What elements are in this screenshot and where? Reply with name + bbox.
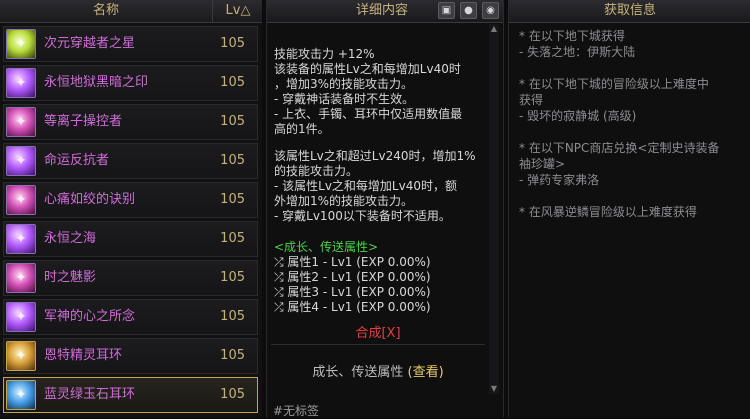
item-row[interactable]: ✦ 永恒之海 105 (3, 221, 258, 257)
item-level: 105 (220, 192, 245, 207)
sparkle-icon: ✦ (15, 231, 27, 247)
item-icon: ✦ (6, 341, 36, 371)
sparkle-icon: ✦ (15, 270, 27, 286)
item-row[interactable]: ✦ 等离子操控者 105 (3, 104, 258, 140)
item-level: 105 (220, 36, 245, 51)
growth-line-text: 属性3 - Lv1 (EXP 0.00%) (287, 285, 431, 299)
item-level: 105 (220, 387, 245, 402)
divider (271, 344, 485, 345)
sparkle-icon: ✦ (15, 75, 27, 91)
column-header-name[interactable]: 名称 (0, 0, 212, 22)
sparkle-icon: ✦ (15, 153, 27, 169)
item-name: 永恒之海 (44, 231, 97, 246)
scroll-down-icon[interactable]: ▼ (489, 384, 499, 394)
synth-label: 合成[X] (355, 326, 401, 341)
item-icon: ✦ (6, 380, 36, 410)
item-name: 次元穿越者之星 (44, 36, 136, 51)
detail-header: 详细内容 ▣ ● ◉ (267, 0, 503, 23)
item-icon: ✦ (6, 185, 36, 215)
acquire-header: 获取信息 (509, 0, 750, 23)
tag-label: #无标签 (273, 404, 320, 418)
item-row[interactable]: ✦ 蓝灵绿玉石耳环 105 (3, 377, 258, 413)
effect-text-1: 技能攻击力 +12% 该装备的属性Lv之和每增加Lv40时 ，增加3%的技能攻击… (274, 47, 463, 136)
item-row[interactable]: ✦ 次元穿越者之星 105 (3, 26, 258, 62)
item-level: 105 (220, 114, 245, 129)
item-name: 军神的心之所念 (44, 309, 136, 324)
detail-scrollbar[interactable]: ▲ ▼ (489, 24, 499, 394)
growth-title: <成长、传送属性> (274, 240, 379, 254)
shuffle-icon: ⤮ (274, 285, 288, 299)
item-row[interactable]: ✦ 军神的心之所念 105 (3, 299, 258, 335)
item-icon: ✦ (6, 146, 36, 176)
acquire-panel: 获取信息 * 在以下地下城获得 - 失落之地：伊斯大陆 * 在以下地下城的冒险级… (508, 0, 750, 417)
sparkle-icon: ✦ (15, 114, 27, 130)
growth-line-text: 属性2 - Lv1 (EXP 0.00%) (287, 270, 431, 284)
effect-text-2: 该属性Lv之和超过Lv240时，增加1% 的技能攻击力。 - 该属性Lv之和每增… (274, 149, 476, 223)
pin-icon[interactable]: ● (460, 2, 477, 19)
detail-title: 详细内容 (355, 3, 408, 18)
item-icon: ✦ (6, 224, 36, 254)
item-icon: ✦ (6, 302, 36, 332)
acquire-title: 获取信息 (603, 3, 656, 18)
item-icon: ✦ (6, 263, 36, 293)
item-icon: ✦ (6, 107, 36, 137)
sparkle-icon: ✦ (15, 36, 27, 52)
transfer-row: 成长、传送属性 (查看) (267, 361, 489, 380)
item-name: 永恒地狱黑暗之印 (44, 75, 149, 90)
detail-panel: 详细内容 ▣ ● ◉ 技能攻击力 +12% 该装备的属性Lv之和每增加Lv40时… (266, 0, 504, 418)
item-icon: ✦ (6, 29, 36, 59)
item-row[interactable]: ✦ 心痛如绞的诀别 105 (3, 182, 258, 218)
item-name: 蓝灵绿玉石耳环 (44, 387, 136, 402)
item-level: 105 (220, 231, 245, 246)
item-row[interactable]: ✦ 命运反抗者 105 (3, 143, 258, 179)
item-name: 心痛如绞的诀别 (44, 192, 136, 207)
item-name: 命运反抗者 (44, 153, 110, 168)
item-row[interactable]: ✦ 恩特精灵耳环 105 (3, 338, 258, 374)
scroll-up-icon[interactable]: ▲ (489, 24, 499, 34)
shuffle-icon: ⤮ (274, 270, 288, 284)
growth-line-text: 属性1 - Lv1 (EXP 0.00%) (287, 255, 431, 269)
item-level: 105 (220, 75, 245, 90)
item-icon: ✦ (6, 68, 36, 98)
image-icon[interactable]: ▣ (438, 2, 455, 19)
sparkle-icon: ✦ (15, 348, 27, 364)
sparkle-icon: ✦ (15, 387, 27, 403)
growth-line: ⤮ 属性3 - Lv1 (EXP 0.00%) (274, 285, 489, 300)
item-name: 时之魅影 (44, 270, 97, 285)
sparkle-icon: ✦ (15, 192, 27, 208)
item-level: 105 (220, 348, 245, 363)
shuffle-icon: ⤮ (274, 300, 288, 314)
item-name: 等离子操控者 (44, 114, 123, 129)
growth-line: ⤮ 属性4 - Lv1 (EXP 0.00%) (274, 300, 489, 315)
item-row[interactable]: ✦ 永恒地狱黑暗之印 105 (3, 65, 258, 101)
item-row[interactable]: ✦ 时之魅影 105 (3, 260, 258, 296)
sparkle-icon: ✦ (15, 309, 27, 325)
item-level: 105 (220, 270, 245, 285)
item-level: 105 (220, 309, 245, 324)
list-header: 名称 Lv△ (0, 0, 262, 23)
growth-line: ⤮ 属性1 - Lv1 (EXP 0.00%) (274, 255, 489, 270)
transfer-label: 成长、传送属性 (312, 365, 404, 380)
shuffle-icon: ⤮ (274, 255, 288, 269)
item-name: 恩特精灵耳环 (44, 348, 123, 363)
acquire-text: * 在以下地下城获得 - 失落之地：伊斯大陆 * 在以下地下城的冒险级以上难度中… (519, 29, 720, 219)
transfer-view-link[interactable]: (查看) (408, 365, 444, 380)
growth-line: ⤮ 属性2 - Lv1 (EXP 0.00%) (274, 270, 489, 285)
item-list-panel: 名称 Lv△ ✦ 次元穿越者之星 105 ✦ 永恒地狱黑暗之印 105 ✦ 等离子操控者 105… (0, 0, 262, 417)
growth-line-text: 属性4 - Lv1 (EXP 0.00%) (287, 300, 431, 314)
item-level: 105 (220, 153, 245, 168)
column-header-lv[interactable]: Lv△ (212, 0, 263, 22)
eye-icon[interactable]: ◉ (482, 2, 499, 19)
